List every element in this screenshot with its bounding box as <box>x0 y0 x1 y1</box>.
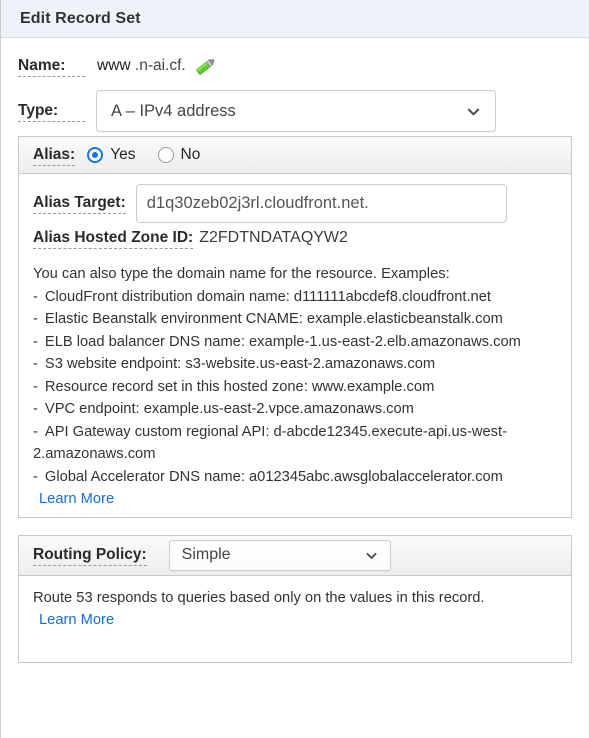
routing-policy-panel: Routing Policy: Simple Route 53 responds… <box>18 534 572 663</box>
list-item-text: Elastic Beanstalk environment CNAME: exa… <box>44 311 503 327</box>
alias-panel: Alias: Yes No Alias Target: Alias Hosted… <box>18 136 572 518</box>
alias-panel-body: Alias Target: Alias Hosted Zone ID: Z2FD… <box>19 174 571 517</box>
alias-label: Alias: <box>33 145 76 166</box>
alias-radio-yes-label: Yes <box>110 146 136 163</box>
alias-panel-header: Alias: Yes No <box>19 137 571 174</box>
list-item: - ELB load balancer DNS name: example-1.u… <box>33 331 557 354</box>
alias-radio-yes[interactable]: Yes <box>87 146 136 164</box>
type-select-value: A – IPv4 address <box>111 101 236 120</box>
edit-record-set-panel: Edit Record Set Name: www .n-ai.cf. Type… <box>0 0 590 738</box>
list-item: - Elastic Beanstalk environment CNAME: ex… <box>33 308 557 331</box>
bullet-dash: - <box>33 423 38 440</box>
alias-radio-no-label: No <box>180 146 201 163</box>
type-label: Type: <box>18 101 85 122</box>
name-value: www .n-ai.cf. <box>97 57 186 75</box>
list-item: - S3 website endpoint: s3-website.us-east… <box>33 353 557 376</box>
chevron-down-icon <box>365 549 378 562</box>
alias-hosted-zone-label: Alias Hosted Zone ID: <box>33 228 194 249</box>
list-item-text: Resource record set in this hosted zone:… <box>44 378 435 395</box>
form-area: Name: www .n-ai.cf. Type: A – IPv4 addre… <box>1 46 589 136</box>
alias-help-block: You can also type the domain name for th… <box>33 252 557 517</box>
radio-unselected-icon <box>157 147 174 163</box>
list-item: - CloudFront distribution domain name: d1… <box>33 286 557 309</box>
type-select[interactable]: A – IPv4 address <box>96 90 496 132</box>
list-item: - API Gateway custom regional API: d-abcd… <box>33 421 557 466</box>
list-item: - VPC endpoint: example.us-east-2.vpce.am… <box>33 398 557 421</box>
page-title: Edit Record Set <box>20 9 141 27</box>
bullet-dash: - <box>33 401 38 417</box>
bullet-dash: - <box>33 333 38 350</box>
alias-radio-group: Yes No <box>87 146 222 164</box>
bullet-dash: - <box>33 311 38 327</box>
alias-hosted-zone-value: Z2FDTNDATAQYW2 <box>199 229 348 246</box>
routing-policy-description: Route 53 responds to queries based only … <box>33 589 485 606</box>
bullet-dash: - <box>33 378 38 395</box>
radio-selected-icon <box>87 147 104 163</box>
list-item: - Resource record set in this hosted zone… <box>33 376 557 399</box>
routing-policy-body: Route 53 responds to queries based only … <box>19 576 571 662</box>
alias-help-intro: You can also type the domain name for th… <box>33 266 450 282</box>
routing-policy-header: Routing Policy: Simple <box>19 535 571 576</box>
alias-target-input[interactable] <box>135 183 507 223</box>
name-zone-suffix: .n-ai.cf. <box>134 57 186 74</box>
bullet-dash: - <box>33 356 38 372</box>
list-item: - Global Accelerator DNS name: a012345abc… <box>33 466 557 489</box>
name-row: Name: www .n-ai.cf. <box>18 46 572 86</box>
chevron-down-icon <box>466 104 481 119</box>
routing-learn-more-link[interactable]: Learn More <box>39 609 114 632</box>
routing-policy-label: Routing Policy: <box>33 545 147 566</box>
bullet-dash: - <box>33 468 38 485</box>
routing-policy-select[interactable]: Simple <box>168 539 391 571</box>
name-host-value: www <box>97 57 131 74</box>
alias-hosted-zone-row: Alias Hosted Zone ID: Z2FDTNDATAQYW2 <box>33 228 557 252</box>
routing-policy-select-value: Simple <box>181 546 231 563</box>
alias-target-row: Alias Target: <box>33 174 557 232</box>
list-item-text: Global Accelerator DNS name: a012345abc.… <box>44 468 503 485</box>
pencil-icon[interactable] <box>195 57 217 76</box>
alias-target-label: Alias Target: <box>33 193 126 214</box>
type-row: Type: A – IPv4 address <box>18 86 572 136</box>
list-item-text: API Gateway custom regional API: d-abcde… <box>33 423 507 463</box>
routing-policy-description-block: Route 53 responds to queries based only … <box>33 576 557 662</box>
list-item-text: S3 website endpoint: s3-website.us-east-… <box>44 356 436 372</box>
list-item-text: VPC endpoint: example.us-east-2.vpce.ama… <box>44 401 414 417</box>
name-label: Name: <box>18 56 85 77</box>
alias-radio-no[interactable]: No <box>157 146 201 164</box>
bullet-dash: - <box>33 288 38 305</box>
list-item-text: CloudFront distribution domain name: d11… <box>44 288 491 305</box>
list-item-text: ELB load balancer DNS name: example-1.us… <box>44 333 521 350</box>
alias-learn-more-link[interactable]: Learn More <box>39 488 114 511</box>
alias-help-list: - CloudFront distribution domain name: d1… <box>33 286 557 489</box>
panel-header: Edit Record Set <box>1 0 589 38</box>
